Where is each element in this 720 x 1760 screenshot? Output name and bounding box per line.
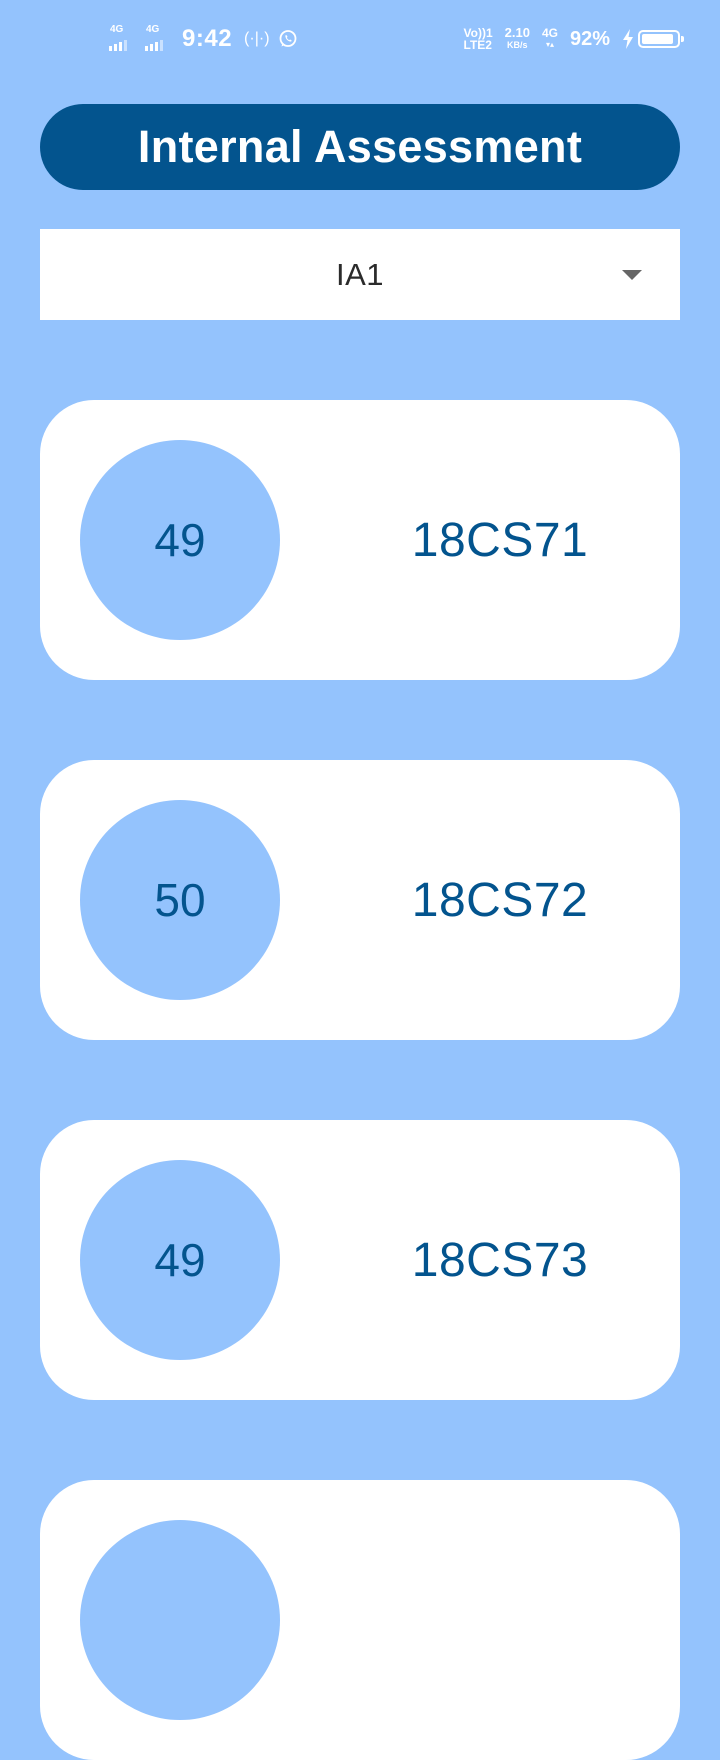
charging-icon — [623, 29, 633, 49]
subject-code: 18CS73 — [411, 1233, 589, 1287]
subject-card[interactable]: 49 18CS71 — [40, 400, 680, 680]
sim1-network-label: 4G — [110, 24, 124, 35]
subject-card[interactable]: 50 18CS72 — [40, 760, 680, 1040]
score-circle — [80, 1520, 280, 1720]
status-bar-right: Vo))1 LTE2 2.10 KB/s 4G ▾▴ 92% — [464, 22, 684, 56]
data-type-label: 4G — [541, 26, 558, 40]
chevron-down-icon — [622, 270, 642, 280]
hotspot-icon: (·|·) — [244, 30, 270, 47]
volte-indicator: Vo))1 LTE2 — [464, 27, 493, 51]
signal-icon: 4G — [144, 25, 172, 53]
score-value: 49 — [154, 1234, 206, 1286]
score-value: 49 — [154, 514, 206, 566]
battery-group — [622, 29, 684, 49]
score-value: 50 — [154, 874, 206, 926]
whatsapp-icon — [279, 30, 296, 47]
sim2-network-label: 4G — [146, 24, 160, 35]
subject-code: 18CS72 — [411, 873, 589, 927]
assessment-select[interactable]: IA1 — [40, 229, 680, 320]
score-circle: 50 — [80, 800, 280, 1000]
status-bar: 4G 4G 9:42 (·|·) Vo))1 LTE2 2.10 KB/s 4G… — [0, 0, 720, 78]
status-time: 9:42 — [182, 25, 233, 52]
subject-code: 18CS71 — [411, 513, 589, 567]
subject-card[interactable] — [40, 1480, 680, 1760]
signal-icon: 4G — [108, 25, 136, 53]
network-speed-unit: KB/s — [507, 40, 528, 50]
volte-line-2: LTE2 — [463, 38, 492, 52]
assessment-select-value: IA1 — [335, 256, 385, 292]
status-bar-left: 4G 4G 9:42 (·|·) — [108, 22, 298, 56]
score-circle: 49 — [80, 1160, 280, 1360]
battery-fill — [642, 34, 673, 44]
subject-code — [320, 1480, 680, 1760]
network-speed-value: 2.10 — [504, 25, 530, 40]
score-circle: 49 — [80, 440, 280, 640]
network-speed: 2.10 KB/s — [504, 25, 530, 51]
battery-percent: 92% — [569, 27, 610, 50]
subject-card[interactable]: 49 18CS73 — [40, 1120, 680, 1400]
page-title-banner: Internal Assessment — [40, 104, 680, 190]
page-title: Internal Assessment — [137, 121, 583, 172]
data-type-indicator: 4G ▾▴ — [541, 26, 558, 50]
data-activity-icon: ▾▴ — [545, 40, 554, 49]
battery-icon — [638, 30, 684, 48]
